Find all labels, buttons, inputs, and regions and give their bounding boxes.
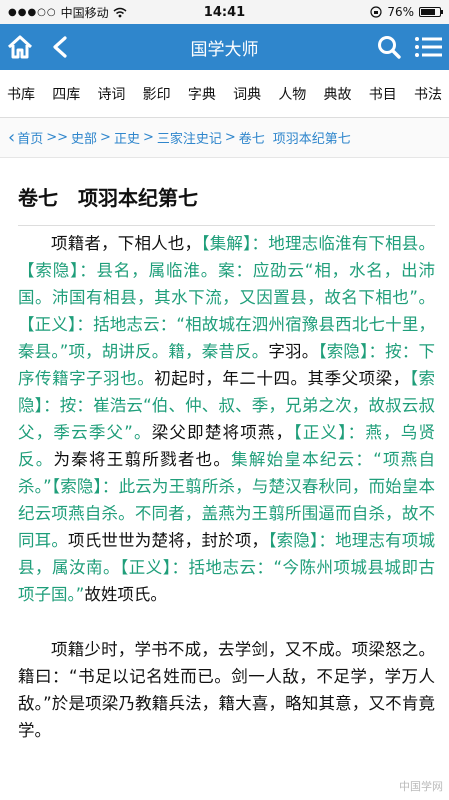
main-text: 为秦将王翦所戮者也。 bbox=[53, 450, 232, 469]
back-button[interactable] bbox=[40, 24, 80, 70]
search-button[interactable] bbox=[369, 24, 409, 70]
category-shufa[interactable]: 书法 bbox=[413, 80, 443, 108]
breadcrumb: ‹ 首页 >> 史部 > 正史 > 三家注史记 > 卷七 项羽本纪第七 bbox=[0, 118, 449, 158]
category-siku[interactable]: 四库 bbox=[51, 80, 81, 108]
status-right: 76% bbox=[370, 5, 443, 19]
home-icon bbox=[7, 35, 33, 59]
watermark: 中国学网 bbox=[399, 780, 443, 793]
battery-icon bbox=[419, 7, 443, 17]
category-cidian[interactable]: 词典 bbox=[232, 80, 262, 108]
main-text: 故姓项氏。 bbox=[84, 585, 167, 604]
back-icon bbox=[53, 36, 67, 58]
menu-icon bbox=[415, 37, 442, 57]
status-bar: ●●●○○ 中国移动 14:41 76% bbox=[0, 0, 449, 24]
category-diangu[interactable]: 典故 bbox=[323, 80, 353, 108]
signal-icon: ●●●○○ bbox=[8, 6, 57, 18]
carrier-label: 中国移动 bbox=[60, 5, 109, 20]
category-zidian[interactable]: 字典 bbox=[187, 80, 217, 108]
paragraph-2: 项籍少时，学书不成，去学剑，又不成。项梁怒之。籍曰：“书足以记名姓而已。剑一人敌… bbox=[18, 636, 435, 744]
category-bar: 书库 四库 诗词 影印 字典 词典 人物 典故 书目 书法 bbox=[0, 70, 449, 118]
chevron-left-icon[interactable]: ‹ bbox=[8, 127, 15, 148]
battery-percent: 76% bbox=[387, 5, 414, 19]
breadcrumb-home[interactable]: 首页 bbox=[17, 128, 43, 147]
main-text: 项氏世世为楚将，封於项， bbox=[68, 531, 269, 550]
category-yingyin[interactable]: 影印 bbox=[142, 80, 172, 108]
menu-button[interactable] bbox=[409, 24, 449, 70]
breadcrumb-separator: > bbox=[100, 130, 111, 145]
main-text: 项籍少时，学书不成，去学剑，又不成。项梁怒之。籍曰：“书足以记名姓而已。剑一人敌… bbox=[18, 640, 435, 740]
category-shumu[interactable]: 书目 bbox=[368, 80, 398, 108]
wifi-icon bbox=[113, 7, 127, 17]
battery-fill bbox=[421, 9, 435, 15]
category-shici[interactable]: 诗词 bbox=[96, 80, 126, 108]
main-text: 初起时，年二十四。其季父项梁， bbox=[154, 369, 410, 388]
home-button[interactable] bbox=[0, 24, 40, 70]
breadcrumb-zhengshi[interactable]: 正史 bbox=[114, 128, 140, 147]
search-icon bbox=[378, 36, 401, 59]
status-left: ●●●○○ 中国移动 bbox=[8, 4, 127, 21]
app-bar: 国学大师 bbox=[0, 24, 449, 70]
breadcrumb-separator: > bbox=[142, 130, 154, 145]
main-text: 项籍者，下相人也， bbox=[51, 234, 202, 253]
article: 卷七 项羽本纪第七 项籍者，下相人也，【集解】：地理志临淮有下相县。【索隐】：县… bbox=[0, 158, 449, 744]
breadcrumb-current: 项羽本纪第七 bbox=[272, 132, 351, 147]
main-text: 梁父即楚将项燕， bbox=[151, 423, 294, 442]
orientation-lock-icon bbox=[370, 6, 382, 18]
breadcrumb-shibu[interactable]: 史部 bbox=[71, 128, 97, 147]
category-renwu[interactable]: 人物 bbox=[277, 80, 307, 108]
chapter-title: 卷七 项羽本纪第七 bbox=[18, 158, 435, 226]
breadcrumb-separator: > bbox=[224, 130, 236, 145]
paragraph-1: 项籍者，下相人也，【集解】：地理志临淮有下相县。【索隐】：县名，属临淮。案：应劭… bbox=[18, 230, 435, 608]
category-shuku[interactable]: 书库 bbox=[6, 80, 36, 108]
breadcrumb-shiji[interactable]: 三家注史记 bbox=[157, 128, 222, 147]
main-text: 字羽。 bbox=[268, 342, 319, 361]
breadcrumb-separator: >> bbox=[46, 130, 69, 145]
breadcrumb-juan[interactable]: 卷七 bbox=[239, 128, 265, 147]
